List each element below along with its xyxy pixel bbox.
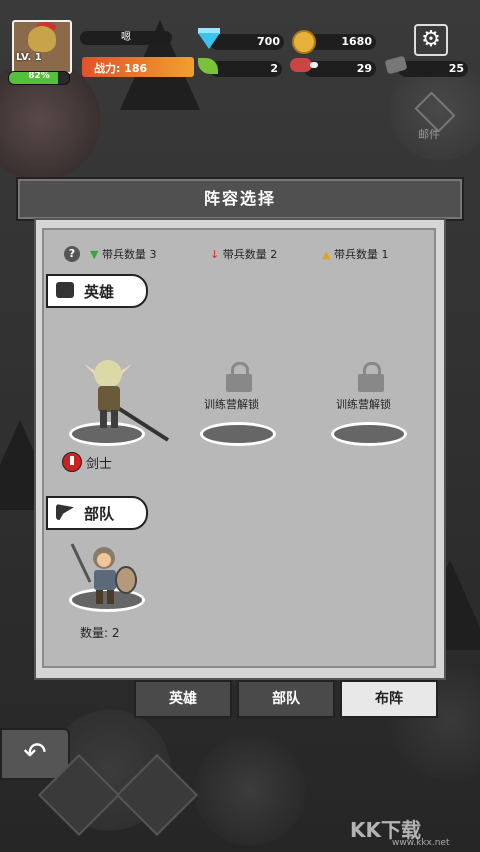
back-arrow-icon: ↶ xyxy=(23,736,47,769)
gem-icon xyxy=(198,33,220,49)
troop-count: 数量: 2 xyxy=(80,626,120,640)
hero-section-tag: 英雄 xyxy=(46,274,148,308)
meat-count: 29 xyxy=(356,62,372,75)
hero-slot-2[interactable] xyxy=(200,422,276,446)
locked-slot-text: 训练营解锁 xyxy=(204,398,259,411)
player-name: 嗯 xyxy=(121,32,131,43)
mail-label: 邮件 xyxy=(418,128,440,141)
legend-label: 带兵数量 2 xyxy=(222,248,278,261)
mail-button[interactable]: 邮件 xyxy=(408,91,460,142)
flag-icon xyxy=(56,504,74,520)
helmet-icon xyxy=(28,26,56,52)
swordsman-hero-sprite[interactable] xyxy=(78,352,170,444)
watermark-url: www.kkx.net xyxy=(392,838,450,848)
green-arrow-icon: ▼ xyxy=(90,248,99,261)
ore-counter: 25 xyxy=(398,61,468,77)
leaf-counter: 2 xyxy=(210,61,282,77)
tab-troop[interactable]: 部队 xyxy=(237,680,335,718)
tab-hero[interactable]: 英雄 xyxy=(134,680,232,718)
legend-label: 带兵数量 3 xyxy=(101,248,157,261)
meat-icon xyxy=(290,58,318,72)
legend-item: ↓ 带兵数量 2 xyxy=(210,246,277,262)
legend-item: ▲ 带兵数量 1 xyxy=(322,246,388,262)
player-level: LV. 1 xyxy=(16,52,42,63)
exp-percent: 82% xyxy=(28,71,50,81)
yellow-arrow-icon: ▲ xyxy=(322,248,331,261)
lock-icon xyxy=(226,362,252,392)
tab-formation[interactable]: 布阵 xyxy=(340,680,438,718)
power-label: 战力: 186 xyxy=(94,62,148,75)
legend-label: 带兵数量 1 xyxy=(333,248,389,261)
ore-count: 25 xyxy=(448,62,464,75)
exp-bar: 82% xyxy=(8,71,70,85)
leaf-count: 2 xyxy=(270,62,278,75)
gold-coin-icon xyxy=(292,30,316,54)
soldier-troop-sprite[interactable] xyxy=(66,542,146,608)
player-avatar[interactable]: LV. 1 xyxy=(12,20,72,74)
panel-title: 阵容选择 xyxy=(203,189,276,208)
hero-section-label: 英雄 xyxy=(84,283,115,301)
helmet-icon xyxy=(56,282,74,298)
hero-class-name: 剑士 xyxy=(86,457,113,472)
legend-item: ▼ 带兵数量 3 xyxy=(90,246,156,262)
gold-count: 1680 xyxy=(341,35,372,48)
gem-counter: 700 xyxy=(210,34,284,50)
help-icon[interactable]: ? xyxy=(64,246,80,262)
lock-icon xyxy=(358,362,384,392)
gem-count: 700 xyxy=(257,35,280,48)
player-name-bar: 嗯 xyxy=(80,31,172,45)
settings-button[interactable]: ⚙ xyxy=(414,24,448,56)
hero-slot-3[interactable] xyxy=(331,422,407,446)
locked-slot-text: 训练营解锁 xyxy=(336,398,391,411)
troop-section-tag: 部队 xyxy=(46,496,148,530)
gear-icon: ⚙ xyxy=(421,27,441,52)
power-bar: 战力: 186 xyxy=(82,57,194,77)
red-arrow-icon: ↓ xyxy=(210,248,220,261)
troop-section-label: 部队 xyxy=(84,505,115,523)
panel-title-bar: 阵容选择 xyxy=(16,177,464,221)
sword-class-icon xyxy=(62,452,82,472)
